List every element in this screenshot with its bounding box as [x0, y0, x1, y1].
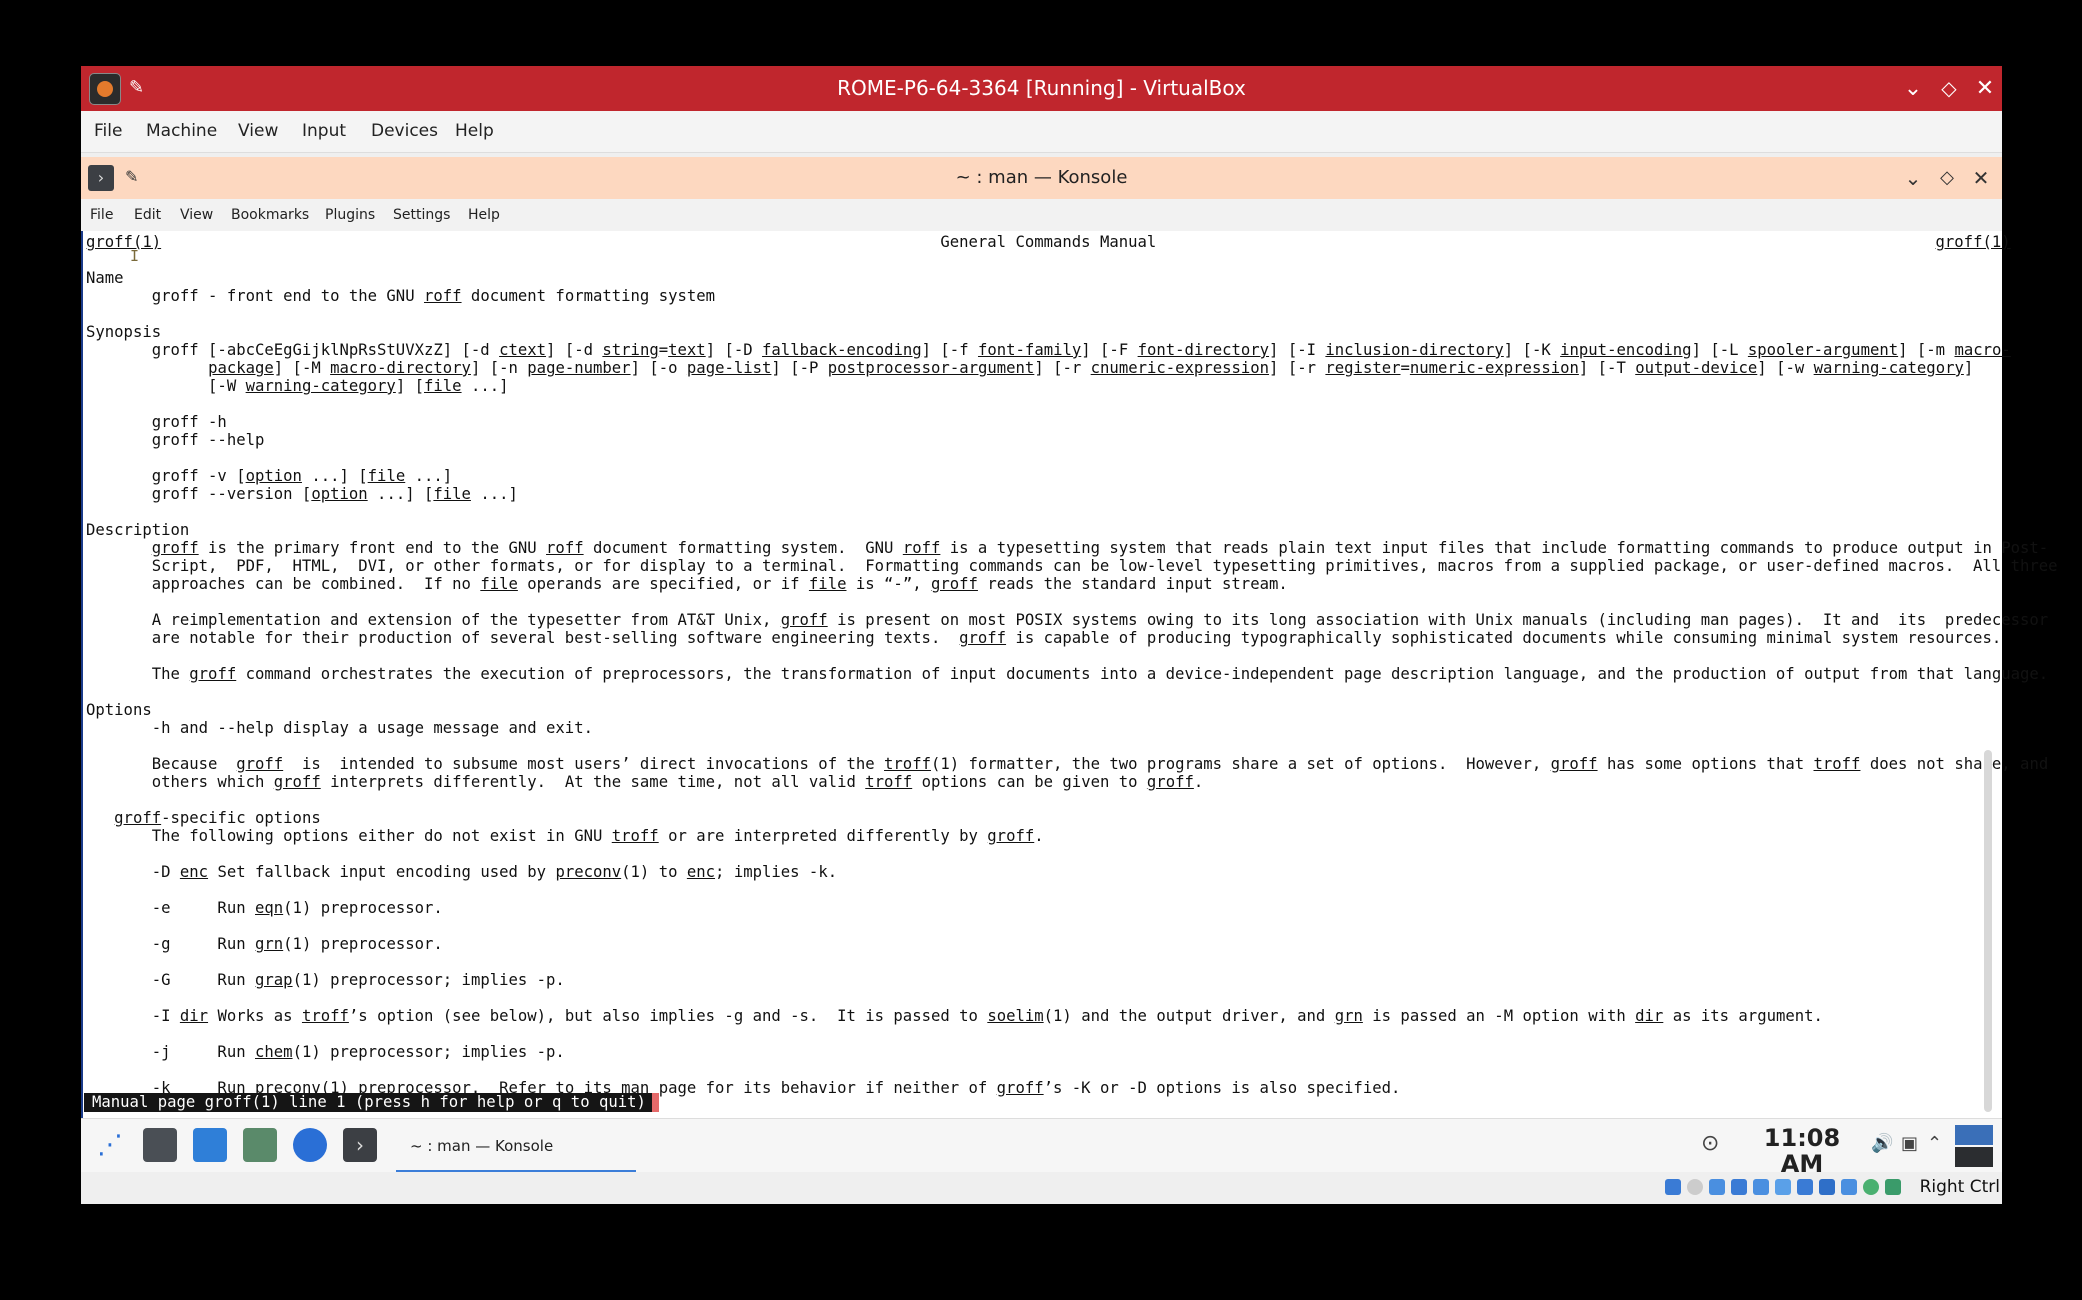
clipboard-icon[interactable]: ▣ — [1901, 1133, 1918, 1154]
vb-menu-help[interactable]: Help — [455, 111, 494, 152]
optical-drive-icon[interactable] — [1687, 1179, 1703, 1195]
chevron-up-icon[interactable]: ⌃ — [1927, 1133, 1942, 1154]
display-icon[interactable] — [1797, 1179, 1813, 1195]
browser-icon[interactable] — [293, 1128, 327, 1162]
host-key-label: Right Ctrl — [1919, 1177, 2000, 1197]
image-viewer-icon[interactable] — [243, 1128, 277, 1162]
close-icon[interactable]: ✕ — [1967, 157, 1995, 199]
cpu-icon[interactable] — [1841, 1179, 1857, 1195]
pager-desktop-1[interactable] — [1955, 1125, 1993, 1145]
konsole-menu-settings[interactable]: Settings — [393, 199, 450, 231]
usb-icon[interactable] — [1753, 1179, 1769, 1195]
desktop-pager[interactable] — [1955, 1125, 1993, 1167]
recording-icon[interactable] — [1819, 1179, 1835, 1195]
clock-time: 11:08 AM — [1763, 1124, 1841, 1178]
audio-icon[interactable] — [1709, 1179, 1725, 1195]
volume-icon[interactable]: 🔊 — [1871, 1133, 1893, 1154]
man-header-right: groff(1) — [1935, 233, 2011, 251]
konsole-title: ~ : man — Konsole — [955, 167, 1128, 188]
taskbar: ⋰ › ~ : man — Konsole ⊙ 11:08 AM 2025-04… — [81, 1118, 2002, 1195]
man-page-text: groff(1) General Commands Manual groff(1… — [86, 233, 2058, 1097]
maximize-icon[interactable]: ◇ — [1934, 66, 1964, 111]
virtualbox-status-bar: Right Ctrl — [81, 1172, 2002, 1202]
konsole-menu-help[interactable]: Help — [468, 199, 500, 231]
konsole-menu-view[interactable]: View — [180, 199, 213, 231]
virtualbox-window: ✎ ROME-P6-64-3364 [Running] - VirtualBox… — [81, 66, 2058, 1204]
virtualbox-title: ROME-P6-64-3364 [Running] - VirtualBox — [837, 76, 1246, 100]
mouse-integration-icon[interactable] — [1885, 1179, 1901, 1195]
hard-disk-icon[interactable] — [1665, 1179, 1681, 1195]
vb-menu-view[interactable]: View — [238, 111, 278, 152]
virtualbox-title-bar: ✎ ROME-P6-64-3364 [Running] - VirtualBox… — [81, 66, 2002, 111]
konsole-menu-bookmarks[interactable]: Bookmarks — [231, 199, 309, 231]
text-cursor-icon: I — [130, 247, 140, 265]
system-settings-icon[interactable] — [143, 1128, 177, 1162]
file-manager-icon[interactable] — [193, 1128, 227, 1162]
shared-folders-icon[interactable] — [1775, 1179, 1791, 1195]
vb-menu-input[interactable]: Input — [302, 111, 346, 152]
pager-desktop-2[interactable] — [1955, 1147, 1993, 1167]
vb-menu-file[interactable]: File — [94, 111, 122, 152]
man-header-center: General Commands Manual — [940, 233, 1157, 251]
konsole-menu-edit[interactable]: Edit — [134, 199, 161, 231]
virtualbox-menubar: File Machine View Input Devices Help — [81, 111, 2002, 153]
man-status-line: Manual page groff(1) line 1 (press h for… — [84, 1093, 659, 1112]
konsole-title-bar: › ✎ ~ : man — Konsole ⌄ ◇ ✕ — [81, 157, 2002, 199]
konsole-menu-file[interactable]: File — [90, 199, 113, 231]
konsole-menubar: File Edit View Bookmarks Plugins Setting… — [81, 199, 2002, 231]
app-launcher-icon[interactable]: ⋰ — [93, 1128, 127, 1162]
konsole-menu-plugins[interactable]: Plugins — [325, 199, 375, 231]
back-arrow-icon[interactable]: ⊙ — [1701, 1131, 1719, 1156]
task-konsole[interactable]: ~ : man — Konsole — [396, 1119, 636, 1173]
vb-menu-machine[interactable]: Machine — [146, 111, 217, 152]
maximize-icon[interactable]: ◇ — [1933, 157, 1961, 199]
guest-additions-icon[interactable] — [1863, 1179, 1879, 1195]
man-header-left: groff(1) — [86, 233, 162, 251]
chevron-down-icon[interactable]: ⌄ — [1898, 66, 1928, 111]
close-icon[interactable]: ✕ — [1970, 66, 2000, 111]
terminal-scrollbar[interactable] — [1984, 750, 1992, 1112]
chevron-down-icon[interactable]: ⌄ — [1899, 157, 1927, 199]
terminal-icon[interactable]: › — [343, 1128, 377, 1162]
terminal-view[interactable]: groff(1) General Commands Manual groff(1… — [81, 231, 2058, 1181]
network-icon[interactable] — [1731, 1179, 1747, 1195]
task-konsole-label: ~ : man — Konsole — [410, 1137, 554, 1155]
vb-menu-devices[interactable]: Devices — [371, 111, 438, 152]
